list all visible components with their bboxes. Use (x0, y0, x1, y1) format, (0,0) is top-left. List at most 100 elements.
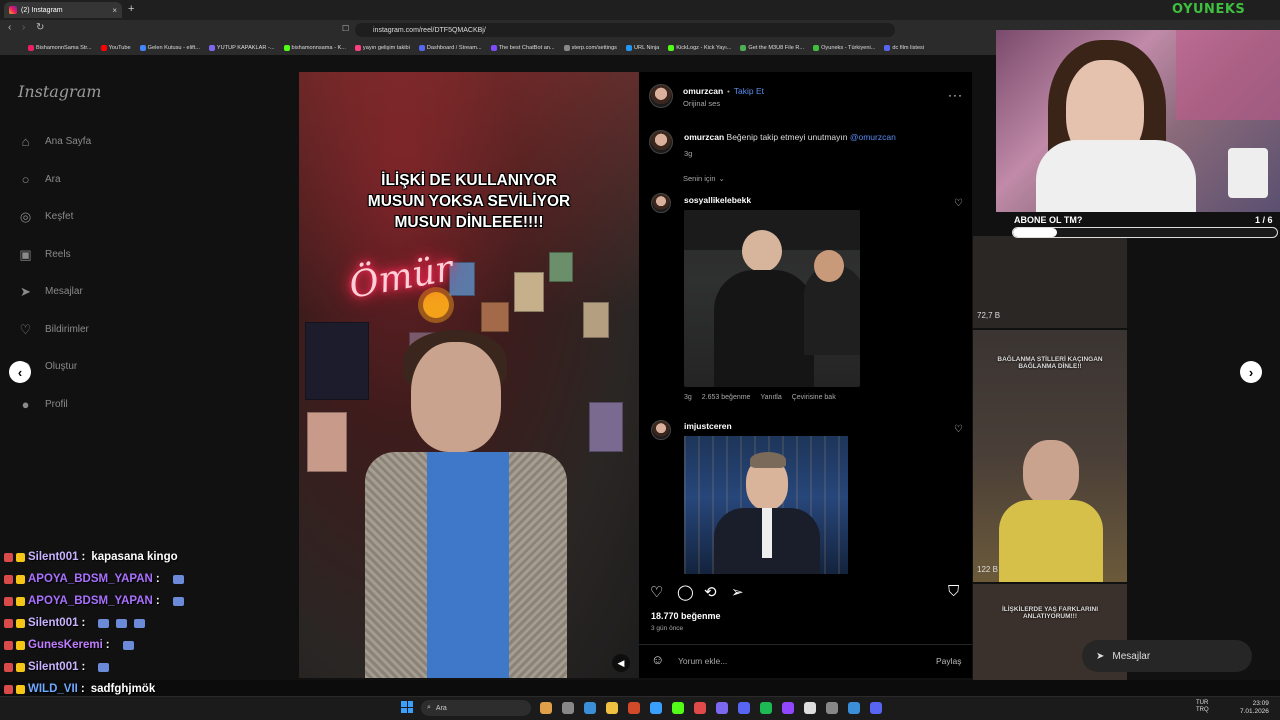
translate-link[interactable]: Çevirisine bak (792, 394, 836, 401)
reel-thumbnail[interactable]: BAĞLANMA STİLLERİ KAÇINGAN BAĞLANMA DİNL… (973, 330, 1127, 582)
taskbar-app-icon[interactable] (606, 702, 618, 714)
taskbar-app-icon[interactable] (540, 702, 552, 714)
bookmark-item[interactable]: Oyuneks - Türkiyeni... (813, 44, 875, 51)
chat-username[interactable]: WILD_VII (28, 683, 78, 695)
taskbar-app-icon[interactable] (562, 702, 574, 714)
share-icon[interactable]: ➢ (731, 583, 744, 601)
likes-count[interactable]: 18.770 beğenme (651, 611, 721, 621)
commenter-avatar[interactable] (651, 193, 671, 213)
sidebar-item-keşfet[interactable]: ◎ Keşfet (18, 209, 74, 224)
like-comment-icon[interactable]: ♡ (954, 198, 963, 209)
sidebar-item-ara[interactable]: ○ Ara (18, 172, 61, 187)
taskbar-app-icon[interactable] (760, 702, 772, 714)
reload-icon[interactable]: ↻ (36, 22, 44, 33)
browser-tab[interactable]: (2) Instagram × (4, 2, 122, 18)
bookmark-item[interactable]: dc film listesi (884, 44, 924, 51)
bookmark-item[interactable]: bishamonnsama - K... (283, 44, 346, 51)
sidebar-item-profil[interactable]: ● Profil (18, 397, 68, 412)
sidebar-item-mesajlar[interactable]: ➤ Mesajlar (18, 284, 83, 299)
comment-username[interactable]: imjustceren (684, 421, 732, 431)
language-indicator[interactable]: TUR TRQ (1196, 700, 1209, 714)
url-bar[interactable]: instagram.com/reel/DTF5QMACKBj/ (355, 23, 895, 37)
emoji-icon[interactable]: ☺ (651, 652, 664, 667)
caption-author[interactable]: omurzcan (684, 132, 724, 142)
chat-username[interactable]: Silent001 (28, 617, 79, 629)
wall-poster (307, 412, 347, 472)
taskbar-search[interactable]: ⌕ Ara (421, 700, 531, 716)
coach-jacket (714, 270, 814, 387)
next-arrow-icon[interactable]: › (1240, 361, 1262, 383)
mute-icon[interactable]: ◀ (612, 654, 630, 672)
bookmark-item[interactable]: Gelen Kutusu - elift... (139, 44, 200, 51)
reel-video[interactable]: Ömür İLİŞKİ DE KULLANIYOR MUSUN YOKSA SE… (299, 72, 639, 678)
chat-emote-icon (98, 662, 110, 672)
taskbar-app-icon[interactable] (826, 702, 838, 714)
close-tab-icon[interactable]: × (112, 6, 117, 15)
taskbar-app-icon[interactable] (650, 702, 662, 714)
taskbar-clock[interactable]: 23:09 7.01.2026 (1240, 700, 1269, 716)
taskbar-app-icon[interactable] (672, 702, 684, 714)
thumb-shirt (999, 500, 1103, 582)
chat-username[interactable]: Silent001 (28, 551, 79, 563)
more-options-icon[interactable]: ··· (948, 88, 963, 102)
author-avatar[interactable] (649, 84, 673, 108)
bookmark-item[interactable]: KickLogz - Kick Yayı... (668, 44, 731, 51)
taskbar-app-icon[interactable] (804, 702, 816, 714)
taskbar-app-icon[interactable] (628, 702, 640, 714)
bookmark-icon[interactable]: ☐ (342, 24, 349, 33)
sidebar-item-ana-sayfa[interactable]: ⌂ Ana Sayfa (18, 134, 92, 149)
bookmark-item[interactable]: YUTUP KAPAKLAR -... (208, 44, 275, 51)
share-button[interactable]: Paylaş (936, 656, 962, 666)
messages-widget[interactable]: ➤ Mesajlar (1082, 640, 1252, 672)
comment-image[interactable] (684, 210, 860, 387)
reply-link[interactable]: Yanıtla (760, 394, 781, 401)
chat-username[interactable]: GunesKeremi (28, 639, 103, 651)
bookmark-item[interactable]: BishamonnSama Str... (28, 44, 92, 51)
comment-image[interactable] (684, 436, 848, 574)
bookmark-item[interactable]: URL Ninja (625, 44, 659, 51)
comment-input[interactable]: Yorum ekle... (678, 656, 727, 666)
chat-username[interactable]: APOYA_BDSM_YAPAN (28, 595, 153, 607)
bookmark-item[interactable]: YouTube (100, 44, 131, 51)
sidebar-item-bildirimler[interactable]: ♡ Bildirimler (18, 322, 89, 337)
taskbar-app-icon[interactable] (584, 702, 596, 714)
taskbar-app-icon[interactable] (738, 702, 750, 714)
sidebar-item-reels[interactable]: ▣ Reels (18, 246, 70, 262)
chat-username[interactable]: Silent001 (28, 661, 79, 673)
bookmark-item[interactable]: Dashboard / Stream... (418, 44, 482, 51)
bookmark-item[interactable]: The best ChatBot an... (490, 44, 555, 51)
reel-thumbnail[interactable]: 72,7 B (973, 236, 1127, 328)
commenter-avatar[interactable] (651, 420, 671, 440)
taskbar-app-icon[interactable] (694, 702, 706, 714)
audio-label[interactable]: Orijinal ses (683, 99, 720, 108)
taskbar-app-icon[interactable] (870, 702, 882, 714)
taskbar-app-icon[interactable] (848, 702, 860, 714)
bookmark-item[interactable]: Get the M3U8 File R... (740, 44, 804, 51)
comment-likes[interactable]: 2.653 beğenme (702, 394, 751, 401)
taskbar-app-icon[interactable] (716, 702, 728, 714)
author-username[interactable]: omurzcan (683, 86, 723, 96)
author-avatar[interactable] (649, 130, 673, 154)
back-icon[interactable]: ‹ (8, 22, 11, 33)
save-icon[interactable]: ⛉ (948, 583, 959, 600)
reels-icon: ▣ (19, 246, 32, 262)
comment-sort[interactable]: Senin için ⌄ (683, 174, 725, 183)
instagram-logo[interactable]: Instagram (18, 82, 101, 101)
chat-username[interactable]: APOYA_BDSM_YAPAN (28, 573, 153, 585)
taskbar-app-icon[interactable] (782, 702, 794, 714)
bookmark-item[interactable]: yayın gelişim takibi (354, 44, 410, 51)
caption-mention[interactable]: @omurzcan (850, 132, 896, 142)
like-icon[interactable]: ♡ (650, 583, 663, 601)
bookmark-item[interactable]: sterp.com/settings (563, 44, 617, 51)
prev-arrow-icon[interactable]: ‹ (9, 361, 31, 383)
new-tab-icon[interactable]: + (128, 3, 134, 15)
windows-start-icon[interactable] (401, 701, 413, 713)
like-comment-icon[interactable]: ♡ (954, 424, 963, 435)
coach-head (742, 230, 782, 272)
repost-icon[interactable]: ⟲ (704, 583, 717, 601)
follow-button[interactable]: Takip Et (734, 86, 764, 96)
comment-username[interactable]: sosyallikelebekk (684, 195, 751, 205)
forward-icon[interactable]: › (22, 22, 25, 33)
comment-icon[interactable]: ◯ (677, 583, 694, 601)
thumb-views: 72,7 B (977, 311, 1001, 320)
